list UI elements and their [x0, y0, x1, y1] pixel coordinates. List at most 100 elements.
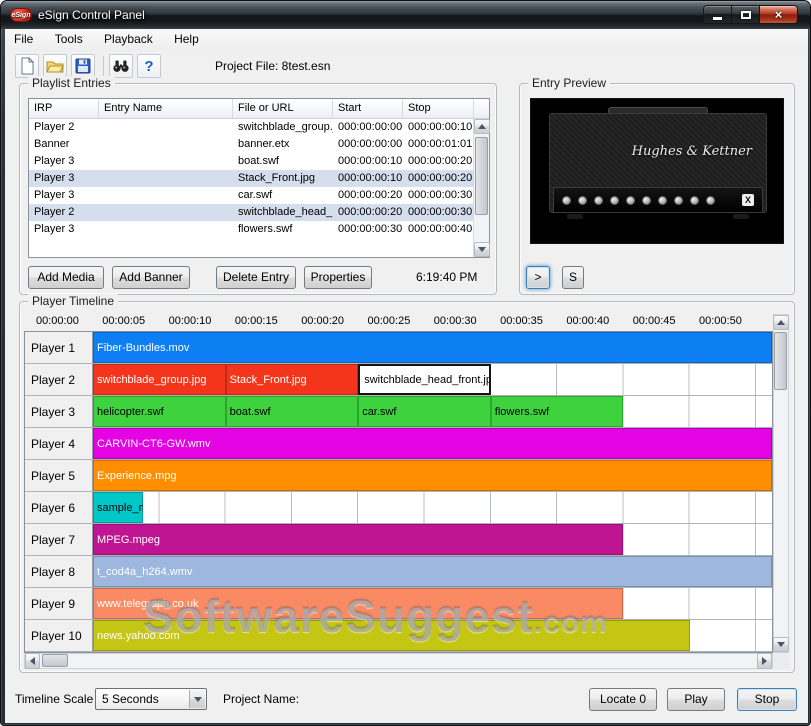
scrollbar-thumb[interactable]: [774, 332, 787, 390]
menu-file[interactable]: File: [5, 29, 42, 49]
player-track[interactable]: switchblade_group.jpgStack_Front.jpgswit…: [93, 364, 772, 396]
close-button[interactable]: ×: [759, 5, 798, 24]
scroll-up-button[interactable]: [474, 119, 490, 134]
column-header-file-or-url[interactable]: File or URL: [233, 99, 333, 118]
arrow-up-icon: [478, 124, 486, 129]
arrow-left-icon: [30, 657, 35, 665]
playlist-cell: 000:00:00:10: [403, 119, 474, 136]
playlist-row[interactable]: Player 2switchblade_head_...000:00:00:20…: [29, 204, 474, 221]
ruler-label: 00:00:10: [169, 315, 212, 327]
timeline-clip[interactable]: Fiber-Bundles.mov: [93, 332, 772, 363]
player-track[interactable]: MPEG.mpeg: [93, 524, 772, 556]
playlist-row[interactable]: Player 3flowers.swf000:00:00:30000:00:00…: [29, 221, 474, 238]
playlist-row[interactable]: Player 3boat.swf000:00:00:10000:00:00:20: [29, 153, 474, 170]
find-icon: [112, 57, 130, 75]
scrollbar-thumb[interactable]: [475, 137, 488, 215]
preview-s-button[interactable]: S: [562, 266, 584, 289]
player-label: Player 10: [25, 620, 93, 652]
client-area: File Tools Playback Help: [5, 29, 808, 723]
playlist-row[interactable]: Player 2switchblade_group.j...000:00:00:…: [29, 119, 474, 136]
maximize-button[interactable]: [732, 5, 759, 24]
timeline-group-title: Player Timeline: [28, 294, 118, 308]
player-track[interactable]: news.yahoo.com: [93, 620, 772, 652]
playlist-cell: 000:00:00:20: [403, 170, 474, 187]
timeline-clip[interactable]: flowers.swf: [491, 396, 624, 427]
timeline-clip[interactable]: sample_m: [93, 492, 143, 523]
add-media-button[interactable]: Add Media: [28, 266, 104, 289]
player-track[interactable]: CARVIN-CT6-GW.wmv: [93, 428, 772, 460]
scrollbar-thumb[interactable]: [42, 654, 68, 667]
timeline-clip[interactable]: Experience.mpg: [93, 460, 772, 491]
player-track[interactable]: Experience.mpg: [93, 460, 772, 492]
column-header-stop[interactable]: Stop: [403, 99, 474, 118]
scroll-right-button[interactable]: [757, 653, 772, 669]
timeline-clip[interactable]: Stack_Front.jpg: [226, 364, 359, 395]
player-track[interactable]: t_cod4a_h264.wmv: [93, 556, 772, 588]
find-button[interactable]: [109, 54, 133, 78]
timeline-vertical-scrollbar[interactable]: [773, 314, 789, 653]
save-project-button[interactable]: [71, 54, 95, 78]
column-header-irp[interactable]: IRP: [29, 99, 99, 118]
timeline-clip[interactable]: boat.swf: [226, 396, 359, 427]
playlist-table[interactable]: IRP Entry Name File or URL Start Stop Pl…: [28, 98, 490, 258]
column-header-start[interactable]: Start: [333, 99, 403, 118]
ruler-label: 00:00:45: [633, 315, 676, 327]
help-button[interactable]: ?: [137, 54, 161, 78]
toolbar: ? Project File: 8test.esn: [5, 51, 808, 81]
minimize-button[interactable]: [703, 5, 732, 24]
timeline-clip[interactable]: CARVIN-CT6-GW.wmv: [93, 428, 772, 459]
timeline-clip[interactable]: switchblade_group.jpg: [93, 364, 226, 395]
column-header-entry-name[interactable]: Entry Name: [99, 99, 233, 118]
properties-button[interactable]: Properties: [304, 266, 372, 289]
timeline-scale-dropdown[interactable]: 5 Seconds: [95, 688, 207, 710]
timeline-row: Player 8t_cod4a_h264.wmv: [25, 556, 772, 588]
timeline-row: Player 3helicopter.swfboat.swfcar.swfflo…: [25, 396, 772, 428]
playlist-row[interactable]: Player 3car.swf000:00:00:20000:00:00:30: [29, 187, 474, 204]
timeline-scale-label: Timeline Scale: [15, 692, 93, 706]
scroll-down-button[interactable]: [474, 242, 490, 257]
timeline-clip[interactable]: switchblade_head_front.jpg: [358, 364, 491, 395]
dropdown-button[interactable]: [189, 690, 205, 708]
player-label: Player 1: [25, 332, 93, 364]
playlist-cell: [99, 119, 233, 136]
timeline-clip[interactable]: helicopter.swf: [93, 396, 226, 427]
timeline-clip[interactable]: www.telegraph.co.uk: [93, 588, 623, 619]
ruler-label: 00:00:50: [699, 315, 742, 327]
menu-help[interactable]: Help: [165, 29, 208, 49]
scroll-left-button[interactable]: [25, 653, 40, 669]
playlist-row[interactable]: Player 3Stack_Front.jpg000:00:00:10000:0…: [29, 170, 474, 187]
app-window: eSign eSign Control Panel × File Tools P…: [0, 0, 811, 726]
timeline-row: Player 7MPEG.mpeg: [25, 524, 772, 556]
title-bar[interactable]: eSign eSign Control Panel ×: [1, 1, 810, 29]
scroll-up-button[interactable]: [773, 315, 789, 330]
locate-button[interactable]: Locate 0: [589, 688, 657, 711]
player-track[interactable]: www.telegraph.co.uk: [93, 588, 772, 620]
menu-playback[interactable]: Playback: [95, 29, 162, 49]
preview-step-button[interactable]: >: [526, 266, 550, 289]
save-icon: [74, 57, 92, 75]
playlist-cell: 000:00:00:20: [403, 153, 474, 170]
player-track[interactable]: sample_m: [93, 492, 772, 524]
scroll-down-button[interactable]: [773, 637, 789, 652]
arrow-up-icon: [777, 320, 785, 325]
player-track[interactable]: Fiber-Bundles.mov: [93, 332, 772, 364]
playlist-cell: [99, 221, 233, 238]
delete-entry-button[interactable]: Delete Entry: [216, 266, 296, 289]
timeline-horizontal-scrollbar[interactable]: [24, 653, 773, 669]
menu-tools[interactable]: Tools: [46, 29, 92, 49]
playlist-scrollbar[interactable]: [473, 119, 489, 257]
timeline-clip[interactable]: MPEG.mpeg: [93, 524, 623, 555]
new-project-button[interactable]: [15, 54, 39, 78]
play-button[interactable]: Play: [667, 688, 725, 711]
player-label: Player 4: [25, 428, 93, 460]
menu-bar: File Tools Playback Help: [5, 29, 808, 51]
playlist-row[interactable]: Bannerbanner.etx000:00:00:00000:00:01:01: [29, 136, 474, 153]
timeline-clip[interactable]: car.swf: [358, 396, 491, 427]
stop-button[interactable]: Stop: [737, 688, 797, 711]
timeline-clip[interactable]: news.yahoo.com: [93, 620, 690, 651]
player-track[interactable]: helicopter.swfboat.swfcar.swfflowers.swf: [93, 396, 772, 428]
open-project-button[interactable]: [43, 54, 67, 78]
timeline-clip[interactable]: t_cod4a_h264.wmv: [93, 556, 772, 587]
add-banner-button[interactable]: Add Banner: [112, 266, 190, 289]
timeline-row: Player 2switchblade_group.jpgStack_Front…: [25, 364, 772, 396]
